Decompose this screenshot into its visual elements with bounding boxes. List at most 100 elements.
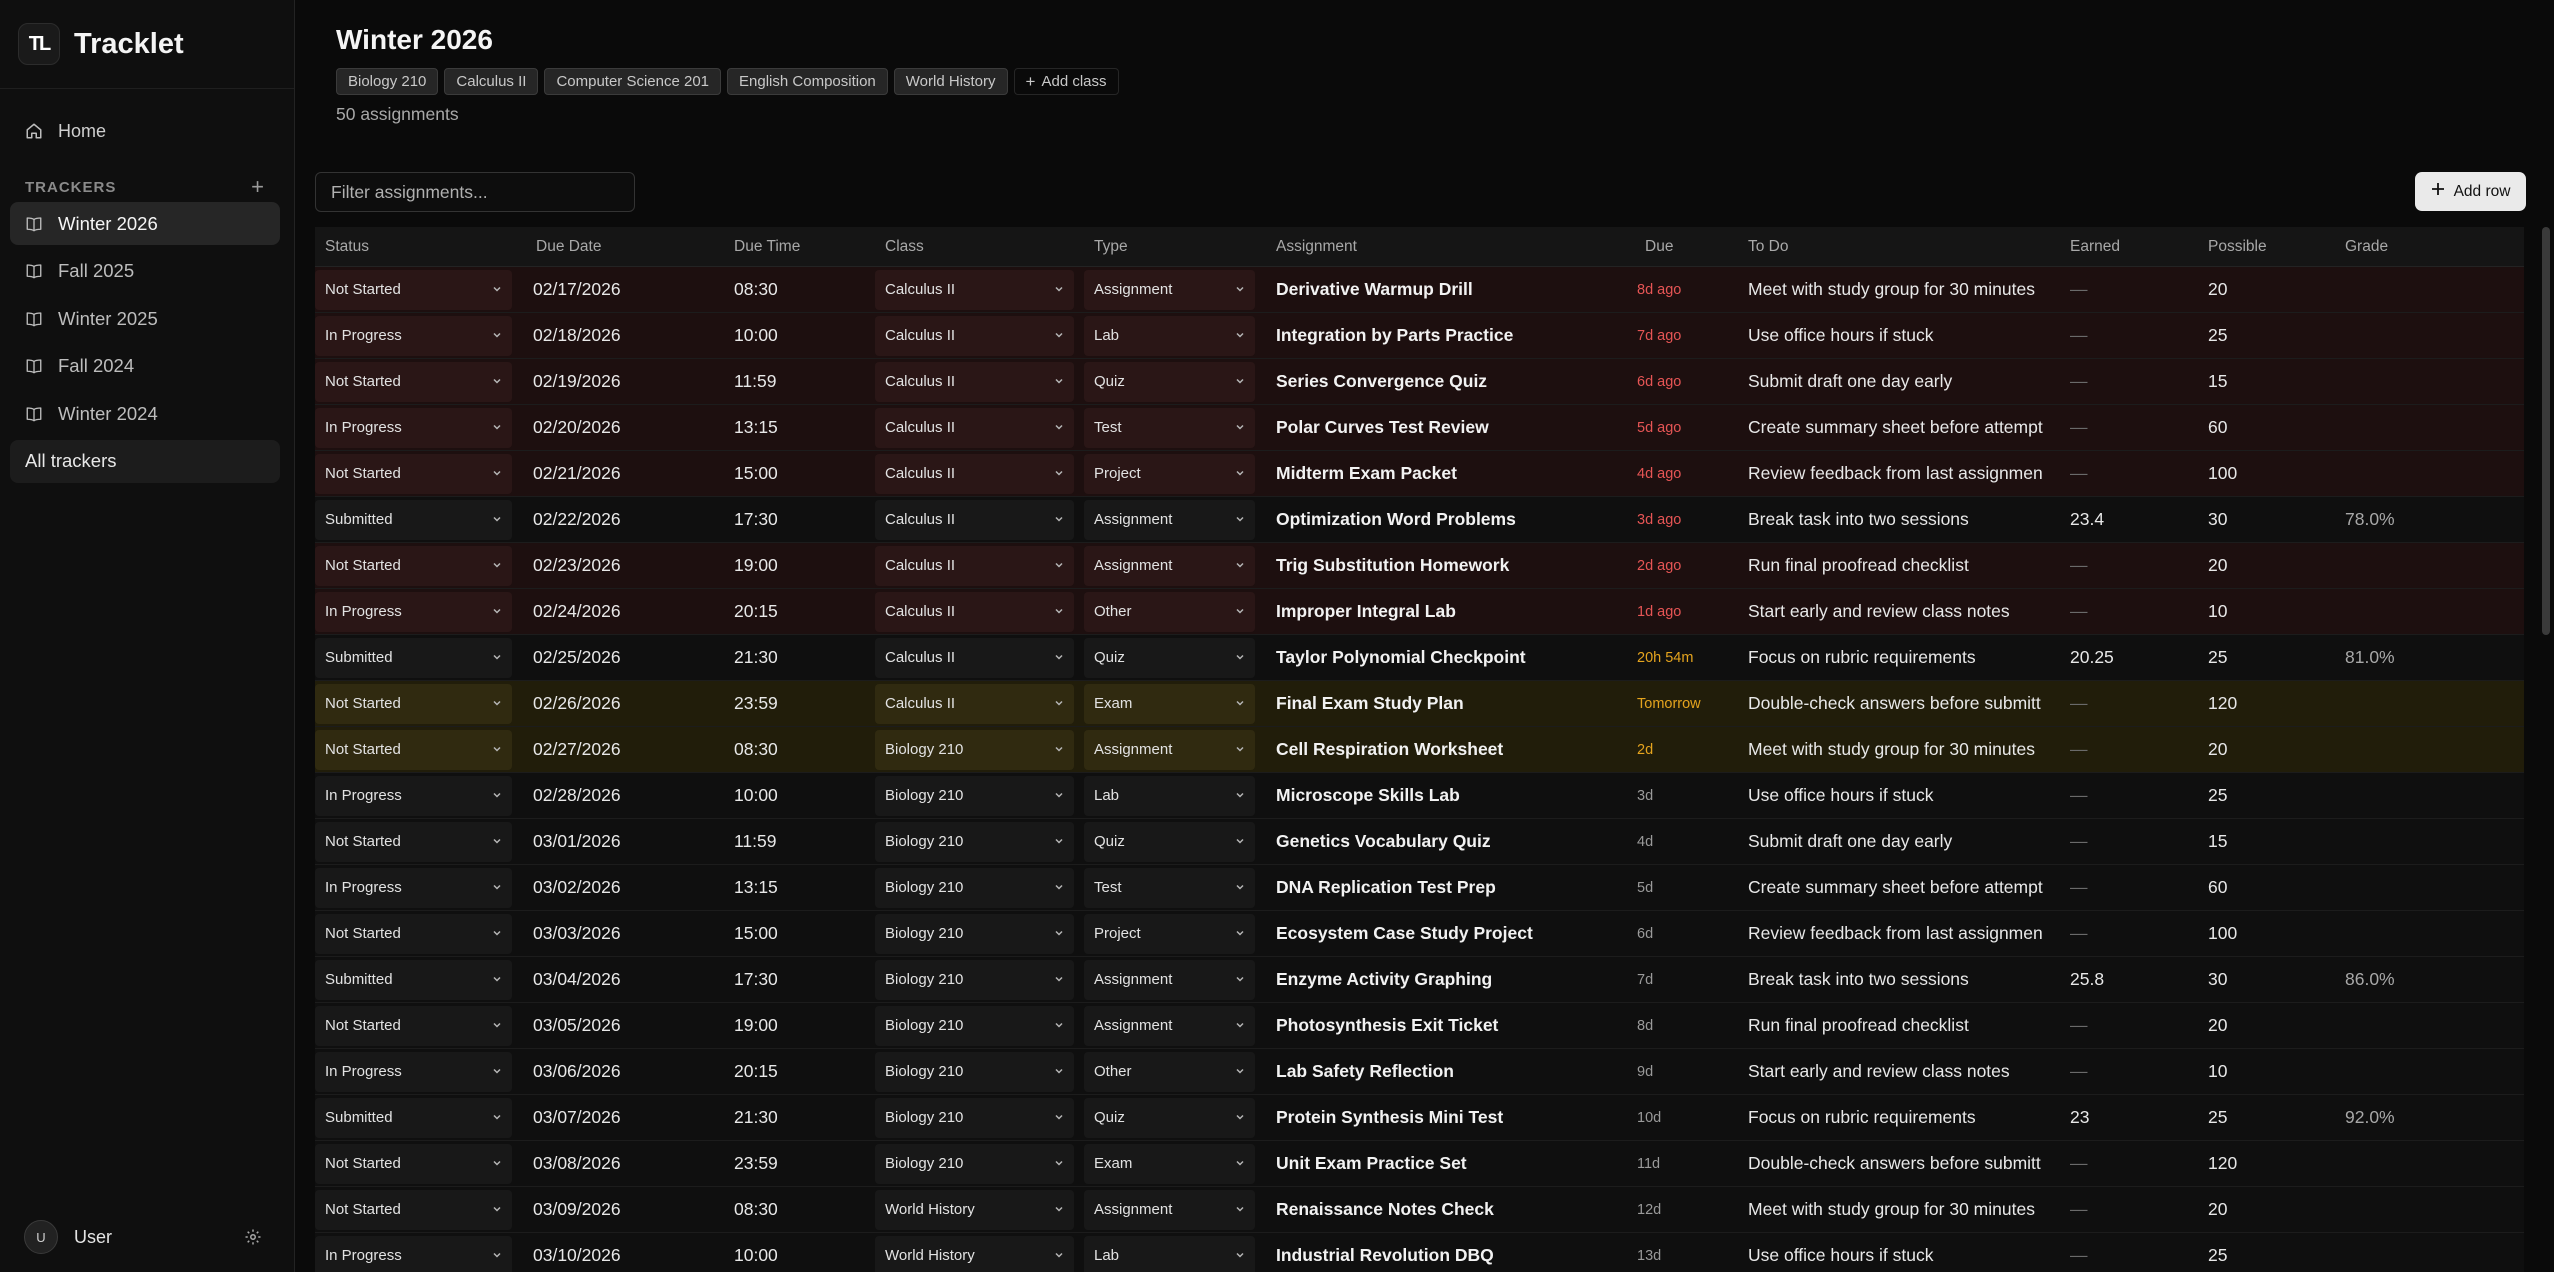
earned-value-cell[interactable]: — xyxy=(2070,589,2208,634)
grade-value-cell[interactable] xyxy=(2345,1003,2524,1048)
column-header[interactable]: Assignment xyxy=(1265,227,1633,266)
earned-value-cell[interactable]: — xyxy=(2070,543,2208,588)
possible-value-cell[interactable]: 10 xyxy=(2208,1049,2345,1094)
grade-value-cell[interactable] xyxy=(2345,359,2524,404)
due-time-cell[interactable]: 13:15 xyxy=(723,405,875,450)
status-select[interactable]: Submitted xyxy=(315,499,512,540)
due-relative-cell[interactable]: Tomorrow xyxy=(1633,681,1748,726)
class-select[interactable]: Biology 210 xyxy=(875,1097,1074,1138)
status-select[interactable]: Not Started xyxy=(315,1189,512,1230)
possible-value-cell[interactable]: 25 xyxy=(2208,773,2345,818)
due-time-cell[interactable]: 10:00 xyxy=(723,773,875,818)
type-select[interactable]: Quiz xyxy=(1084,1097,1255,1138)
due-time-cell[interactable]: 08:30 xyxy=(723,727,875,772)
type-select[interactable]: Assignment xyxy=(1084,545,1255,586)
due-date-cell[interactable]: 03/03/2026 xyxy=(522,911,723,956)
possible-value-cell[interactable]: 120 xyxy=(2208,1141,2345,1186)
grade-value-cell[interactable] xyxy=(2345,1233,2524,1272)
status-select[interactable]: In Progress xyxy=(315,1235,512,1272)
type-select[interactable]: Lab xyxy=(1084,1235,1255,1272)
class-select[interactable]: Calculus II xyxy=(875,637,1074,678)
grade-value-cell[interactable]: 92.0% xyxy=(2345,1095,2524,1140)
grade-value-cell[interactable] xyxy=(2345,313,2524,358)
todo-text-cell[interactable]: Use office hours if stuck xyxy=(1748,773,2070,818)
table-row[interactable]: Not Started 03/01/2026 11:59 Biology 210 Qui… xyxy=(315,819,2524,865)
earned-value-cell[interactable]: — xyxy=(2070,1049,2208,1094)
due-time-cell[interactable]: 08:30 xyxy=(723,1187,875,1232)
due-relative-cell[interactable]: 8d ago xyxy=(1633,267,1748,312)
assignment-name-cell[interactable]: Industrial Revolution DBQ xyxy=(1265,1233,1633,1272)
table-row[interactable]: In Progress 03/02/2026 13:15 Biology 210 Tes… xyxy=(315,865,2524,911)
status-select[interactable]: Not Started xyxy=(315,821,512,862)
class-select[interactable]: Calculus II xyxy=(875,453,1074,494)
grade-value-cell[interactable] xyxy=(2345,865,2524,910)
type-select[interactable]: Assignment xyxy=(1084,269,1255,310)
due-relative-cell[interactable]: 2d ago xyxy=(1633,543,1748,588)
sidebar-item-tracker[interactable]: Winter 2026 xyxy=(10,202,280,245)
earned-value-cell[interactable]: — xyxy=(2070,1187,2208,1232)
grade-value-cell[interactable]: 78.0% xyxy=(2345,497,2524,542)
assignment-name-cell[interactable]: Taylor Polynomial Checkpoint xyxy=(1265,635,1633,680)
class-select[interactable]: Calculus II xyxy=(875,545,1074,586)
grade-value-cell[interactable] xyxy=(2345,911,2524,956)
due-date-cell[interactable]: 02/21/2026 xyxy=(522,451,723,496)
possible-value-cell[interactable]: 25 xyxy=(2208,635,2345,680)
todo-text-cell[interactable]: Review feedback from last assignmen xyxy=(1748,451,2070,496)
due-relative-cell[interactable]: 7d xyxy=(1633,957,1748,1002)
type-select[interactable]: Lab xyxy=(1084,315,1255,356)
todo-text-cell[interactable]: Run final proofread checklist xyxy=(1748,1003,2070,1048)
status-select[interactable]: Not Started xyxy=(315,683,512,724)
type-select[interactable]: Quiz xyxy=(1084,637,1255,678)
status-select[interactable]: Not Started xyxy=(315,269,512,310)
earned-value-cell[interactable]: — xyxy=(2070,359,2208,404)
type-select[interactable]: Quiz xyxy=(1084,821,1255,862)
class-select[interactable]: Calculus II xyxy=(875,499,1074,540)
column-header[interactable]: Status xyxy=(315,227,522,266)
type-select[interactable]: Assignment xyxy=(1084,1189,1255,1230)
possible-value-cell[interactable]: 60 xyxy=(2208,405,2345,450)
class-tag[interactable]: Biology 210 xyxy=(336,68,439,95)
status-select[interactable]: Submitted xyxy=(315,637,512,678)
due-relative-cell[interactable]: 6d xyxy=(1633,911,1748,956)
sidebar-item-tracker[interactable]: Fall 2025 xyxy=(10,250,280,293)
table-row[interactable]: In Progress 02/18/2026 10:00 Calculus II Lab… xyxy=(315,313,2524,359)
due-time-cell[interactable]: 10:00 xyxy=(723,1233,875,1272)
todo-text-cell[interactable]: Create summary sheet before attempt xyxy=(1748,405,2070,450)
assignment-name-cell[interactable]: Ecosystem Case Study Project xyxy=(1265,911,1633,956)
earned-value-cell[interactable]: — xyxy=(2070,405,2208,450)
todo-text-cell[interactable]: Use office hours if stuck xyxy=(1748,313,2070,358)
assignment-name-cell[interactable]: Optimization Word Problems xyxy=(1265,497,1633,542)
due-date-cell[interactable]: 03/08/2026 xyxy=(522,1141,723,1186)
class-tag[interactable]: World History xyxy=(893,68,1008,95)
table-row[interactable]: Submitted 02/25/2026 21:30 Calculus II Quiz T… xyxy=(315,635,2524,681)
class-select[interactable]: Biology 210 xyxy=(875,729,1074,770)
due-time-cell[interactable]: 15:00 xyxy=(723,451,875,496)
due-relative-cell[interactable]: 10d xyxy=(1633,1095,1748,1140)
column-header[interactable]: To Do xyxy=(1748,227,2070,266)
earned-value-cell[interactable]: — xyxy=(2070,865,2208,910)
table-row[interactable]: Not Started 02/27/2026 08:30 Biology 210 Ass… xyxy=(315,727,2524,773)
due-relative-cell[interactable]: 8d xyxy=(1633,1003,1748,1048)
class-select[interactable]: Biology 210 xyxy=(875,775,1074,816)
status-select[interactable]: In Progress xyxy=(315,407,512,448)
earned-value-cell[interactable]: — xyxy=(2070,1233,2208,1272)
todo-text-cell[interactable]: Run final proofread checklist xyxy=(1748,543,2070,588)
possible-value-cell[interactable]: 100 xyxy=(2208,911,2345,956)
todo-text-cell[interactable]: Meet with study group for 30 minutes xyxy=(1748,1187,2070,1232)
earned-value-cell[interactable]: — xyxy=(2070,451,2208,496)
grade-value-cell[interactable] xyxy=(2345,1049,2524,1094)
grade-value-cell[interactable] xyxy=(2345,267,2524,312)
assignment-name-cell[interactable]: Enzyme Activity Graphing xyxy=(1265,957,1633,1002)
assignment-name-cell[interactable]: Lab Safety Reflection xyxy=(1265,1049,1633,1094)
status-select[interactable]: Not Started xyxy=(315,545,512,586)
possible-value-cell[interactable]: 20 xyxy=(2208,1003,2345,1048)
class-select[interactable]: Calculus II xyxy=(875,683,1074,724)
earned-value-cell[interactable]: — xyxy=(2070,911,2208,956)
due-date-cell[interactable]: 02/25/2026 xyxy=(522,635,723,680)
possible-value-cell[interactable]: 20 xyxy=(2208,1187,2345,1232)
assignment-name-cell[interactable]: Trig Substitution Homework xyxy=(1265,543,1633,588)
due-date-cell[interactable]: 02/24/2026 xyxy=(522,589,723,634)
due-time-cell[interactable]: 08:30 xyxy=(723,267,875,312)
due-date-cell[interactable]: 03/10/2026 xyxy=(522,1233,723,1272)
type-select[interactable]: Other xyxy=(1084,1051,1255,1092)
